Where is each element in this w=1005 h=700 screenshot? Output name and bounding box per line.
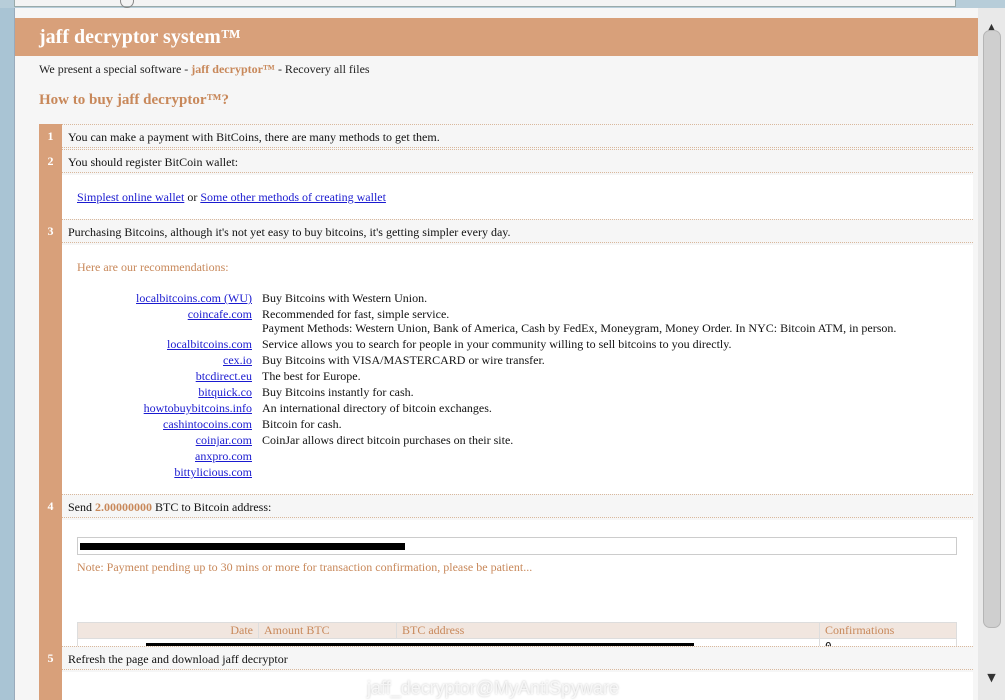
pending-note: Note: Payment pending up to 30 mins or m… [77,560,533,574]
watermark: jaff_decryptor@MyAntiSpyware [367,678,620,698]
step-number: 1 [39,124,62,149]
rec-link[interactable]: localbitcoins.com (WU) [62,291,252,306]
rec-desc: CoinJar allows direct bitcoin purchases … [262,433,514,447]
page-title: jaff decryptor system™ [15,18,979,56]
step-1: 1 You can make a payment with BitCoins, … [39,124,973,149]
step-number-bar [39,243,62,495]
rec-link[interactable]: coincafe.com [62,307,252,322]
send-prefix: Send [68,500,95,514]
intro-text: We present a special software - jaff dec… [39,62,370,77]
wallet-panel: Simplest online wallet or Some other met… [62,175,973,219]
rec-link[interactable]: cashintocoins.com [62,417,252,432]
browser-top-strip [0,0,1005,8]
rec-desc: Buy Bitcoins instantly for cash. [262,385,414,399]
step-number-bar [39,670,62,700]
rec-link[interactable]: bitquick.co [62,385,252,400]
vertical-scrollbar[interactable]: ▲ ▼ [978,8,1005,700]
col-date: Date [77,622,259,639]
step-text: Purchasing Bitcoins, although it's not y… [62,219,973,243]
send-suffix: BTC to Bitcoin address: [152,500,272,514]
howto-heading: How to buy jaff decryptor™? [39,92,229,108]
rec-desc: Bitcoin for cash. [262,417,342,431]
rec-desc: Recommended for fast, simple service. [262,307,450,321]
rec-link[interactable]: cex.io [62,353,252,368]
step-text: Send 2.00000000 BTC to Bitcoin address: [62,494,973,518]
browser-tab-strip [14,0,956,7]
table-header-row: Date Amount BTC BTC address Confirmation… [77,622,957,639]
step-number-bar [39,518,62,646]
other-wallet-methods-link[interactable]: Some other methods of creating wallet [200,190,386,204]
col-address: BTC address [396,622,820,639]
step-text: Refresh the page and download jaff decry… [62,646,973,670]
rec-link[interactable]: coinjar.com [62,433,252,448]
ransom-page: jaff decryptor system™ We present a spec… [14,8,979,700]
step-number: 2 [39,149,62,173]
rec-desc: The best for Europe. [262,369,361,383]
step-text: You should register BitCoin wallet: [62,149,973,173]
simplest-wallet-link[interactable]: Simplest online wallet [77,190,184,204]
rec-link[interactable]: bittylicious.com [62,465,252,480]
recommendations-label: Here are our recommendations: [77,260,229,274]
scrollbar-thumb[interactable] [983,30,1001,628]
redacted-address-bar [80,543,405,550]
rec-desc: Buy Bitcoins with Western Union. [262,291,428,305]
btc-amount: 2.00000000 [95,500,152,514]
col-confirmations: Confirmations [819,622,957,639]
recommendations-panel: Here are our recommendations: localbitco… [62,245,973,495]
step-number: 5 [39,646,62,670]
intro-suffix: - Recovery all files [274,62,370,76]
step-number-bar [39,173,62,219]
col-amount: Amount BTC [258,622,397,639]
rec-link[interactable]: btcdirect.eu [62,369,252,384]
rec-desc: Service allows you to search for people … [262,337,732,351]
step-4: 4 Send 2.00000000 BTC to Bitcoin address… [39,494,973,655]
intro-prefix: We present a special software - [39,62,192,76]
step-3: 3 Purchasing Bitcoins, although it's not… [39,219,973,495]
intro-highlight: jaff decryptor™ [191,62,275,76]
step-text: You can make a payment with BitCoins, th… [62,124,973,148]
step-2: 2 You should register BitCoin wallet: Si… [39,149,973,219]
payment-panel: Note: Payment pending up to 30 mins or m… [62,520,973,655]
step-number: 3 [39,219,62,243]
btc-address-field[interactable] [77,537,957,555]
rec-link[interactable]: localbitcoins.com [62,337,252,352]
wallet-or: or [184,190,201,204]
rec-desc: Buy Bitcoins with VISA/MASTERCARD or wir… [262,353,545,367]
rec-desc-2: Payment Methods: Western Union, Bank of … [262,321,897,335]
rec-desc: An international directory of bitcoin ex… [262,401,492,415]
scroll-down-icon[interactable]: ▼ [981,670,1002,686]
step-number: 4 [39,494,62,518]
rec-link[interactable]: anxpro.com [62,449,252,464]
rec-link[interactable]: howtobuybitcoins.info [62,401,252,416]
